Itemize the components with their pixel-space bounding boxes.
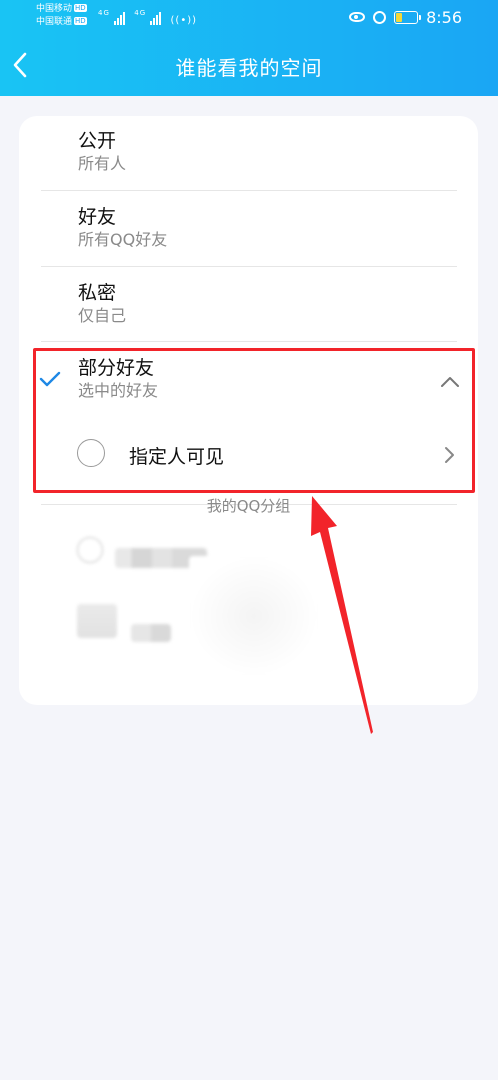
annotation-arrow-icon (311, 496, 373, 734)
